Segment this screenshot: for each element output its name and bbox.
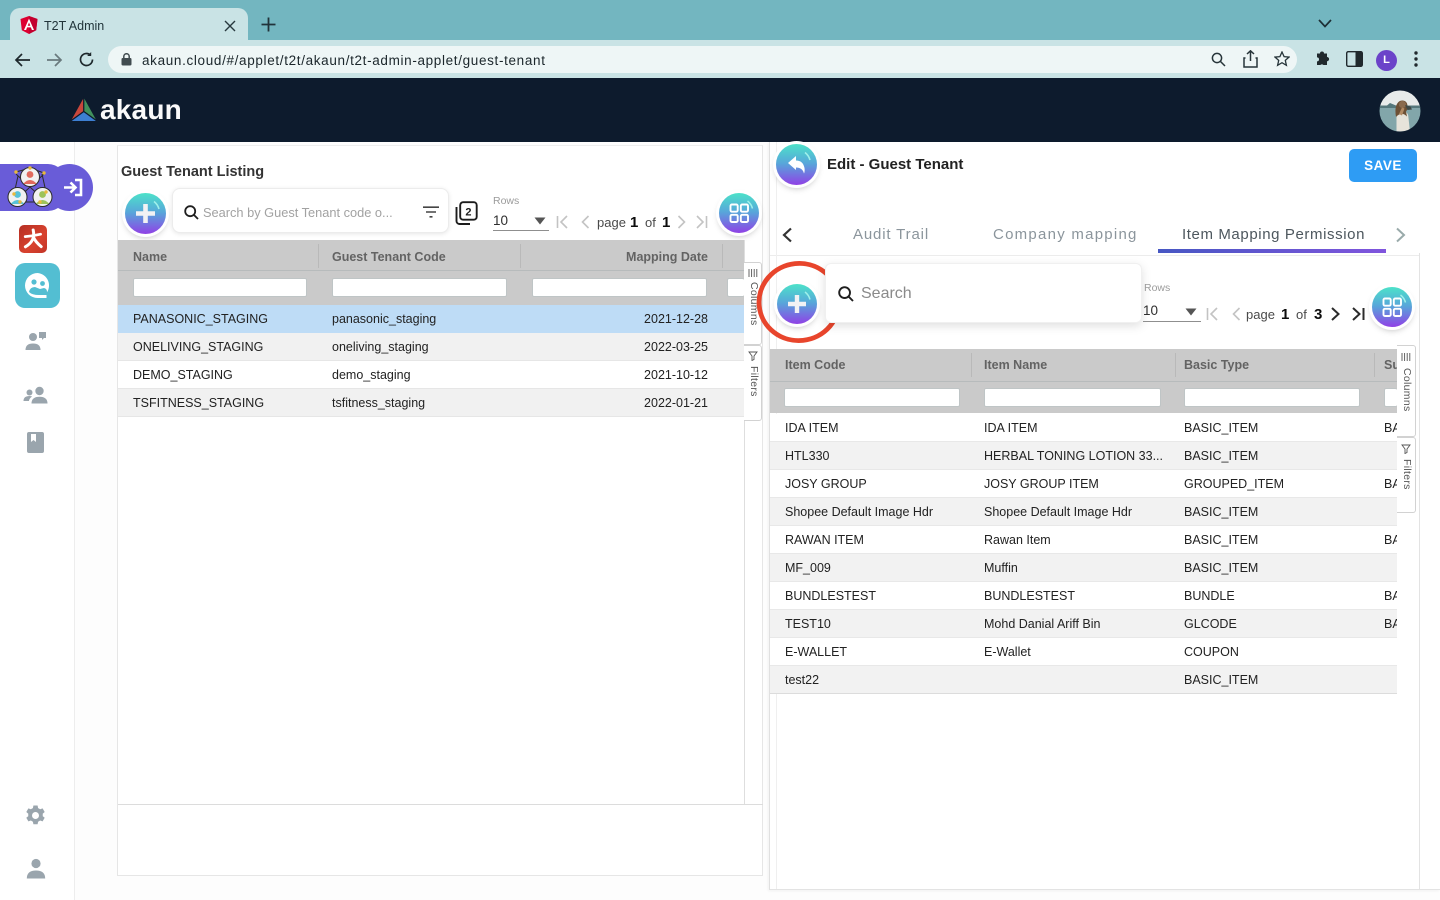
svg-text:2: 2	[465, 207, 471, 219]
